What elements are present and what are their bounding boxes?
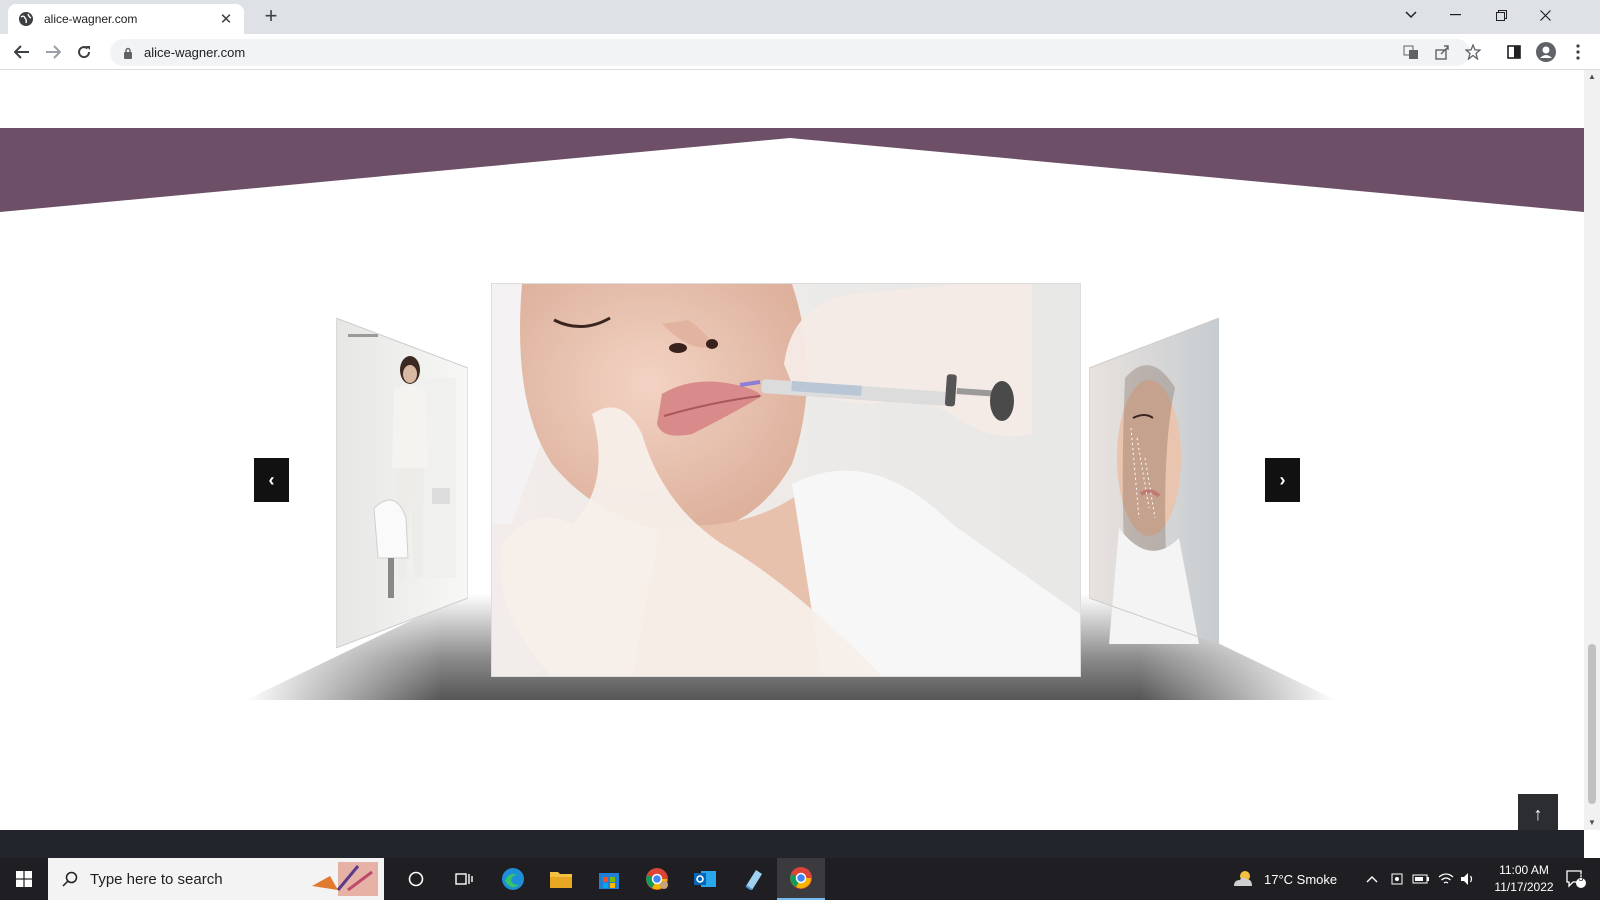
microsoft-store-icon[interactable] — [585, 858, 633, 900]
address-bar[interactable]: alice-wagner.com — [110, 39, 1470, 66]
browser-toolbar: alice-wagner.com — [0, 34, 1600, 70]
reload-icon[interactable] — [72, 40, 96, 64]
back-arrow-icon[interactable] — [10, 40, 34, 64]
file-explorer-icon[interactable] — [537, 858, 585, 900]
windows-taskbar: Type here to search 17°C Smoke 11:00 AM … — [0, 858, 1600, 900]
profile-avatar-icon[interactable] — [1536, 42, 1556, 62]
carousel-slide-main[interactable] — [492, 284, 1080, 676]
lip-filler-injection-photo — [492, 284, 1080, 676]
weather-widget[interactable]: 17°C Smoke — [1232, 858, 1337, 900]
windows-logo-icon — [16, 871, 32, 887]
translate-icon[interactable] — [1401, 42, 1421, 62]
carousel-slide-left[interactable] — [336, 318, 468, 648]
windows-start-button[interactable] — [0, 858, 48, 900]
back-to-top-button[interactable]: ↑ — [1518, 794, 1558, 830]
search-placeholder: Type here to search — [90, 870, 223, 888]
page-scrollbar[interactable]: ▲ ▼ — [1584, 70, 1600, 830]
carousel-slide-right[interactable] — [1089, 318, 1219, 644]
side-panel-icon[interactable] — [1504, 42, 1524, 62]
carousel-prev-button[interactable]: ‹ — [254, 458, 289, 502]
battery-icon[interactable] — [1412, 858, 1430, 900]
task-view-icon[interactable] — [440, 858, 488, 900]
wifi-icon[interactable] — [1438, 858, 1454, 900]
edge-browser-icon[interactable] — [489, 858, 537, 900]
restore-icon[interactable] — [1478, 0, 1524, 30]
image-carousel: ‹ › — [246, 284, 1336, 706]
search-icon — [62, 871, 78, 887]
tab-search-icon[interactable] — [1388, 0, 1434, 30]
taskbar-clock[interactable]: 11:00 AM 11/17/2022 — [1484, 862, 1564, 896]
scroll-up-arrow-icon[interactable]: ▲ — [1584, 70, 1600, 84]
page-footer-bar — [0, 830, 1584, 858]
arrow-up-icon: ↑ — [1533, 803, 1543, 824]
tab-title: alice-wagner.com — [44, 12, 138, 26]
web-page: ‹ › ↑ — [0, 70, 1584, 830]
chevron-right-icon: › — [1279, 469, 1286, 490]
volume-icon[interactable] — [1460, 858, 1476, 900]
browser-tab-strip: alice-wagner.com ✕ + — [0, 0, 1600, 34]
clock-date: 11/17/2022 — [1494, 880, 1554, 894]
close-window-icon[interactable] — [1522, 0, 1568, 30]
outlook-icon[interactable] — [681, 858, 729, 900]
share-icon[interactable] — [1432, 42, 1452, 62]
new-tab-button[interactable]: + — [258, 4, 284, 30]
scrollbar-thumb[interactable] — [1588, 644, 1596, 804]
taskbar-search-box[interactable]: Type here to search — [48, 858, 384, 900]
search-highlight-illustration-icon — [312, 862, 378, 896]
url-text: alice-wagner.com — [144, 45, 246, 60]
globe-icon — [19, 12, 33, 26]
forward-arrow-icon[interactable] — [41, 40, 65, 64]
decorative-banner — [0, 128, 1584, 212]
bookmark-star-icon[interactable] — [1463, 42, 1483, 62]
weather-text: 17°C Smoke — [1264, 871, 1338, 887]
chrome-profile-icon[interactable] — [633, 858, 681, 900]
carousel-next-button[interactable]: › — [1265, 458, 1300, 502]
scroll-down-arrow-icon[interactable]: ▼ — [1584, 816, 1600, 830]
clock-time: 11:00 AM — [1499, 863, 1549, 877]
notification-center-icon[interactable]: 5 — [1560, 858, 1592, 900]
browser-menu-icon[interactable] — [1568, 42, 1588, 62]
browser-tab[interactable]: alice-wagner.com ✕ — [8, 4, 244, 34]
cortana-icon[interactable] — [392, 858, 440, 900]
show-hidden-icons-chevron-icon[interactable] — [1366, 858, 1378, 900]
cloudy-weather-icon — [1234, 871, 1252, 886]
notes-app-icon[interactable] — [729, 858, 777, 900]
notification-count-badge: 5 — [1578, 873, 1584, 883]
meet-now-icon[interactable] — [1390, 858, 1404, 900]
chevron-left-icon: ‹ — [268, 469, 275, 490]
chrome-active-icon[interactable] — [777, 858, 825, 900]
close-tab-icon[interactable]: ✕ — [218, 10, 234, 28]
lock-icon — [124, 47, 132, 59]
minimize-icon[interactable] — [1432, 0, 1478, 30]
